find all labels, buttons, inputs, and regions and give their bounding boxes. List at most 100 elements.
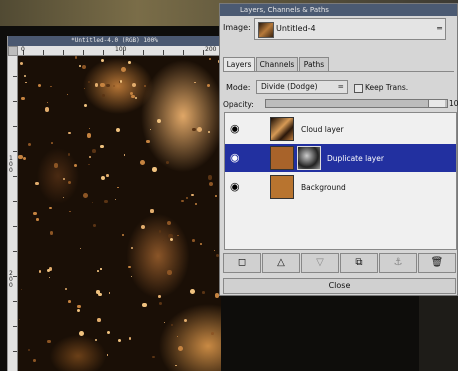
texture-speck (20, 288, 23, 291)
texture-speck (145, 139, 150, 144)
texture-speck (93, 224, 97, 228)
tab-layers[interactable]: Layers (223, 57, 255, 71)
texture-speck (156, 118, 161, 123)
texture-speck (77, 304, 81, 309)
texture-speck (215, 195, 217, 197)
texture-speck (166, 220, 171, 225)
texture-speck (50, 85, 52, 87)
texture-speck (206, 83, 210, 87)
keep-trans-label: Keep Trans. (365, 83, 409, 92)
layer-row-cloud[interactable]: ◉ Cloud layer (225, 115, 456, 143)
ruler-label: 100 (9, 155, 13, 174)
ruler-corner[interactable] (8, 46, 18, 56)
texture-speck (47, 339, 51, 344)
texture-speck (194, 202, 197, 205)
texture-speck (88, 156, 91, 159)
texture-speck (25, 81, 28, 84)
dialog-title[interactable]: Layers, Channels & Paths (220, 4, 457, 16)
tab-channels[interactable]: Channels (256, 57, 298, 71)
texture-speck (100, 175, 106, 181)
texture-speck (78, 331, 84, 337)
keep-trans-checkbox[interactable]: Keep Trans. (354, 83, 408, 93)
texture-speck (211, 332, 215, 336)
chevron-down-icon: ═ (338, 82, 343, 91)
image-window-title[interactable]: *Untitled-4.0 (RGB) 100% (8, 36, 221, 46)
layer-row-background[interactable]: ◉ Background (225, 173, 456, 201)
texture-speck (181, 199, 184, 202)
texture-speck (94, 83, 99, 87)
anchor-icon[interactable]: ⚓ (379, 253, 417, 273)
texture-speck (28, 349, 30, 351)
ruler-label: 100 (115, 46, 127, 53)
texture-speck (199, 242, 202, 246)
image-thumbnail (258, 22, 274, 38)
texture-speck (69, 210, 71, 213)
texture-speck (190, 289, 195, 294)
texture-speck (83, 87, 86, 90)
texture-speck (53, 163, 58, 168)
texture-speck (36, 218, 39, 221)
close-button[interactable]: Close (223, 278, 456, 294)
layer-name: Duplicate layer (327, 154, 384, 163)
eye-icon[interactable]: ◉ (230, 123, 240, 134)
raise-layer-icon[interactable]: △ (262, 253, 300, 273)
layer-thumbnail (270, 117, 294, 141)
texture-speck (152, 355, 155, 359)
texture-speck (191, 127, 196, 132)
checkbox-icon (354, 83, 363, 93)
texture-speck (96, 269, 99, 272)
texture-speck (106, 83, 110, 88)
texture-speck (190, 193, 194, 197)
eye-icon[interactable]: ◉ (230, 181, 240, 192)
slider-knob[interactable] (428, 100, 445, 107)
tab-paths[interactable]: Paths (299, 57, 329, 71)
texture-speck (213, 250, 215, 252)
texture-speck (169, 237, 173, 241)
texture-speck (122, 233, 125, 236)
texture-speck (163, 321, 166, 324)
texture-speck (106, 331, 110, 335)
texture-speck (185, 196, 189, 200)
mode-select[interactable]: Divide (Dodge) ═ (256, 80, 348, 94)
opacity-slider[interactable] (265, 99, 448, 108)
lower-layer-icon[interactable]: ▽ (301, 253, 339, 273)
texture-speck (176, 335, 179, 338)
texture-speck (208, 181, 214, 187)
texture-speck (68, 181, 72, 185)
texture-speck (106, 174, 110, 177)
texture-speck (194, 81, 196, 84)
texture-speck (100, 268, 102, 270)
texture-speck (115, 199, 117, 201)
texture-speck (18, 318, 21, 321)
texture-speck (96, 290, 100, 294)
texture-speck (102, 93, 106, 97)
texture-speck (139, 160, 145, 165)
texture-speck (192, 239, 196, 243)
texture-speck (89, 127, 91, 130)
duplicate-layer-icon[interactable]: ⧉ (340, 253, 378, 273)
image-select[interactable]: Untitled-4 ═ (254, 18, 446, 40)
horizontal-ruler[interactable]: 0 100 200 (18, 46, 221, 56)
texture-speck (152, 167, 157, 173)
layer-row-duplicate[interactable]: ◉ Duplicate layer (225, 144, 456, 172)
texture-speck (162, 239, 165, 242)
texture-speck (184, 319, 188, 323)
eye-icon[interactable]: ◉ (230, 152, 240, 163)
vertical-ruler[interactable]: 100 200 (8, 56, 18, 371)
texture-speck (79, 248, 82, 250)
texture-speck (22, 156, 27, 161)
texture-speck (150, 209, 154, 213)
texture-speck (33, 211, 37, 216)
trash-icon[interactable]: 🗑 (418, 253, 456, 273)
new-layer-icon[interactable]: ◻ (223, 253, 261, 273)
mode-label: Mode: (226, 83, 251, 92)
texture-speck (175, 365, 177, 367)
layer-mask-thumbnail[interactable] (297, 146, 321, 170)
texture-speck (117, 338, 122, 343)
texture-speck (38, 270, 42, 273)
texture-speck (149, 128, 152, 131)
texture-speck (49, 206, 53, 210)
image-window: *Untitled-4.0 (RGB) 100% 0 100 200 100 2… (7, 36, 221, 371)
image-canvas[interactable] (18, 56, 221, 371)
texture-speck (88, 164, 90, 166)
